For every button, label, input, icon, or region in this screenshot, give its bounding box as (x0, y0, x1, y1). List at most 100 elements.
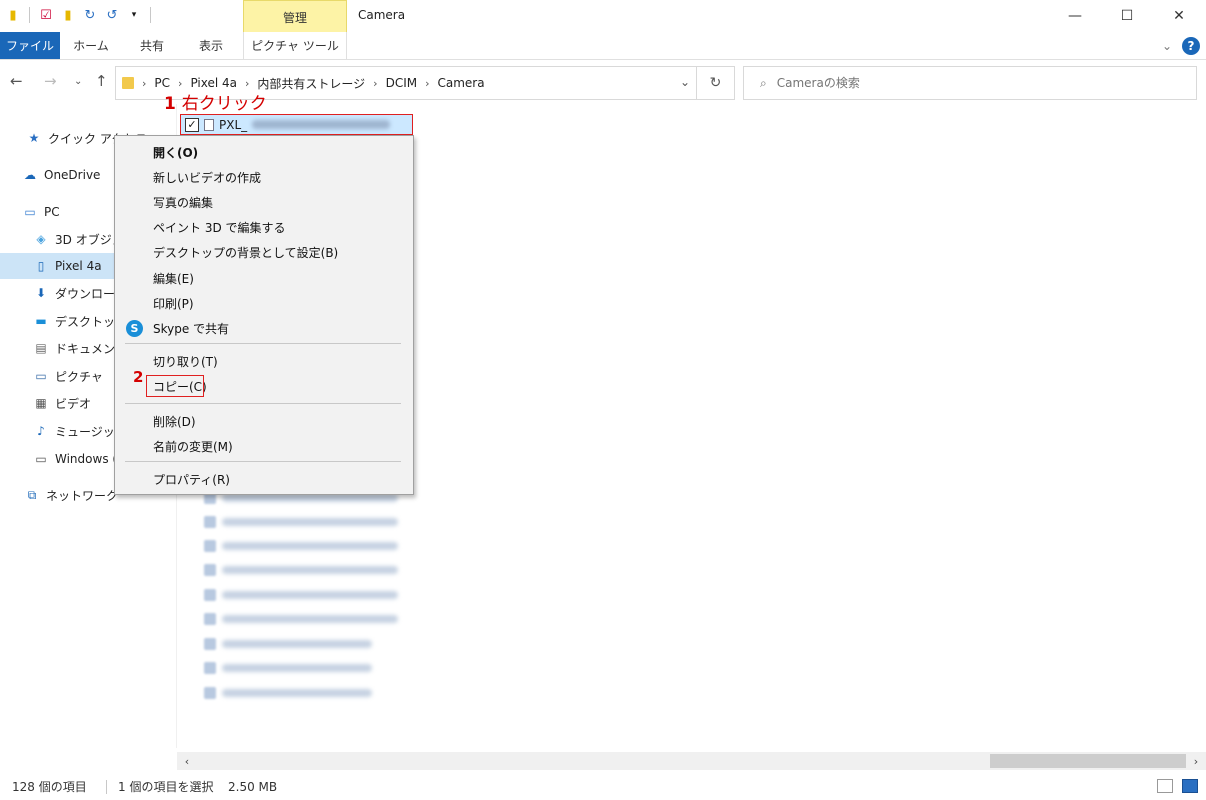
customize-dropdown-icon[interactable]: ▾ (125, 6, 143, 24)
sidebar-item-label: Pixel 4a (55, 259, 102, 273)
menu-item-properties[interactable]: プロパティ(R) (116, 467, 412, 491)
redo-icon[interactable]: ↻ (81, 6, 99, 24)
file-icon (204, 589, 216, 601)
large-icons-view-icon[interactable] (1182, 779, 1198, 793)
file-list-item[interactable] (204, 636, 372, 652)
menu-item-paint-3d[interactable]: ペイント 3D で編集する (116, 215, 412, 239)
network-icon: ⧉ (27, 487, 37, 502)
file-icon (204, 638, 216, 650)
phone-icon: ▯ (37, 259, 45, 273)
annotation-text: 右クリック (181, 94, 267, 114)
file-list-item[interactable] (204, 562, 398, 578)
selection-size: 2.50 MB (228, 779, 278, 794)
help-icon[interactable]: ? (1182, 37, 1200, 55)
status-bar: 128 個の項目 1 個の項目を選択 2.50 MB (0, 773, 1206, 800)
drive-icon: ▭ (35, 452, 47, 466)
recent-locations-icon[interactable]: ⌄ (74, 76, 82, 87)
search-icon: ⌕ (760, 75, 767, 90)
computer-icon: ▭ (24, 205, 36, 219)
menu-item-cut[interactable]: 切り取り(T) (116, 349, 412, 373)
file-icon (204, 118, 214, 131)
blurred-file-name (222, 689, 372, 697)
blurred-file-name (222, 518, 398, 526)
search-input[interactable] (776, 76, 1157, 90)
window-title: Camera (358, 8, 406, 22)
details-view-icon[interactable] (1157, 779, 1173, 793)
tab-file[interactable]: ファイル (0, 32, 60, 59)
quick-access-toolbar: ▮ ☑ ▮ ↻ ↺ ▾ (4, 6, 154, 24)
tab-view[interactable]: 表示 (184, 32, 238, 59)
context-menu: 開く(O) 新しいビデオの作成 写真の編集 ペイント 3D で編集する デスクト… (114, 135, 414, 495)
folder-icon (122, 77, 134, 89)
scroll-right-icon[interactable]: › (1188, 753, 1204, 769)
back-arrow-icon[interactable]: ← (10, 72, 23, 90)
tab-home[interactable]: ホーム (62, 32, 120, 59)
breadcrumb-pc[interactable]: PC (154, 76, 170, 90)
tab-picture-tools[interactable]: ピクチャ ツール (243, 32, 347, 59)
undo-icon[interactable]: ↺ (103, 6, 121, 24)
minimize-button[interactable]: — (1052, 0, 1098, 32)
scroll-left-icon[interactable]: ‹ (179, 753, 195, 769)
breadcrumb-dcim[interactable]: DCIM (386, 76, 418, 90)
ribbon: ファイル ホーム 共有 表示 ピクチャ ツール ⌄ ? (0, 32, 1206, 60)
file-icon (204, 540, 216, 552)
chevron-right-icon[interactable]: › (425, 77, 429, 90)
new-folder-icon[interactable]: ▮ (59, 6, 77, 24)
annotation-number: 1 (164, 94, 176, 114)
blurred-file-name (222, 542, 398, 550)
divider (29, 7, 30, 23)
maximize-button[interactable]: ☐ (1104, 0, 1150, 32)
menu-item-edit-photo[interactable]: 写真の編集 (116, 190, 412, 214)
horizontal-scrollbar[interactable]: ‹ › (177, 752, 1206, 770)
menu-item-delete[interactable]: 削除(D) (116, 409, 412, 433)
file-list-item[interactable] (204, 611, 398, 627)
menu-item-open[interactable]: 開く(O) (116, 140, 412, 164)
file-list-item[interactable] (204, 587, 398, 603)
tab-share[interactable]: 共有 (124, 32, 180, 59)
close-button[interactable]: ✕ (1156, 0, 1202, 32)
properties-icon[interactable]: ☑ (37, 6, 55, 24)
breadcrumb-camera[interactable]: Camera (438, 76, 485, 90)
file-icon (204, 662, 216, 674)
annotation-step-1: 1 右クリック (164, 89, 267, 114)
manage-contextual-tab[interactable]: 管理 (243, 0, 347, 33)
search-box[interactable]: ⌕ (743, 66, 1197, 100)
menu-item-print[interactable]: 印刷(P) (116, 291, 412, 315)
blurred-file-name (222, 640, 372, 648)
refresh-icon[interactable]: ↻ (696, 67, 734, 99)
checkbox-checked-icon[interactable]: ✓ (185, 117, 199, 132)
divider (150, 7, 151, 23)
file-icon (204, 564, 216, 576)
breadcrumb-internal-storage[interactable]: 内部共有ストレージ (257, 75, 365, 92)
ribbon-controls: ⌄ ? (1162, 37, 1200, 55)
menu-item-set-background[interactable]: デスクトップの背景として設定(B) (116, 240, 412, 264)
chevron-right-icon[interactable]: › (373, 77, 377, 90)
chevron-right-icon[interactable]: › (178, 77, 182, 90)
forward-arrow-icon[interactable]: → (44, 72, 57, 90)
menu-item-rename[interactable]: 名前の変更(M) (116, 434, 412, 458)
file-list-item[interactable] (204, 514, 398, 530)
chevron-right-icon[interactable]: › (245, 77, 249, 90)
menu-separator (125, 461, 401, 462)
file-list-item[interactable] (204, 660, 372, 676)
chevron-down-icon[interactable]: ⌄ (680, 75, 690, 89)
file-list-item[interactable] (204, 538, 398, 554)
menu-item-skype-share[interactable]: S Skype で共有 (116, 316, 412, 340)
title-bar: ▮ ☑ ▮ ↻ ↺ ▾ 管理 Camera — ☐ ✕ (0, 0, 1206, 33)
annotation-step-2: 2 (133, 368, 144, 386)
file-icon (204, 613, 216, 625)
blurred-file-name (222, 615, 398, 623)
up-arrow-icon[interactable]: ↑ (95, 72, 108, 90)
chevron-right-icon[interactable]: › (142, 77, 146, 90)
selected-file-row[interactable]: ✓ PXL_ (180, 114, 413, 135)
expand-ribbon-icon[interactable]: ⌄ (1162, 39, 1172, 53)
menu-item-edit[interactable]: 編集(E) (116, 266, 412, 290)
download-icon: ⬇ (35, 286, 47, 300)
file-list-item[interactable] (204, 685, 372, 701)
menu-item-new-video[interactable]: 新しいビデオの作成 (116, 165, 412, 189)
document-icon: ▤ (35, 341, 47, 355)
breadcrumb-pixel-4a[interactable]: Pixel 4a (190, 76, 237, 90)
picture-icon: ▭ (35, 369, 47, 383)
file-icon (204, 516, 216, 528)
scrollbar-thumb[interactable] (990, 754, 1186, 768)
